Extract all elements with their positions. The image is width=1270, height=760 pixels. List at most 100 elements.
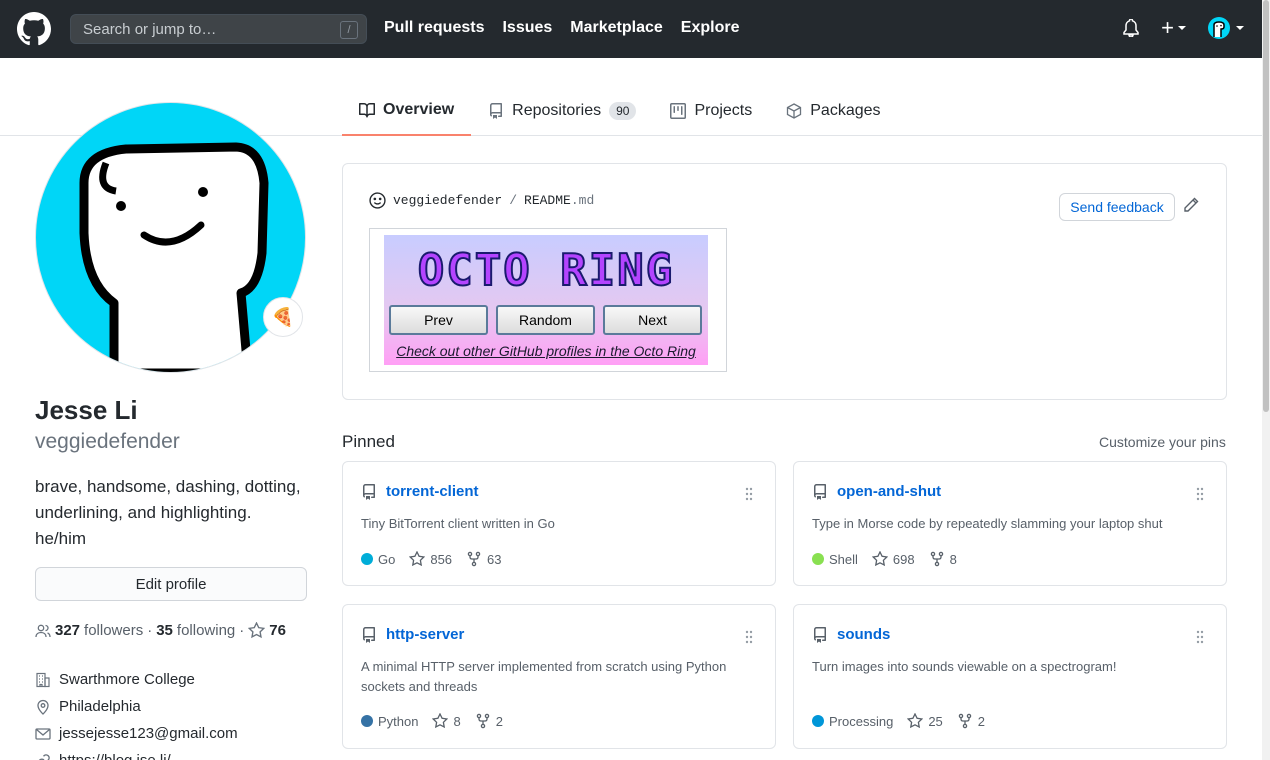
random-button[interactable]: Random [496, 305, 595, 335]
profile-avatar[interactable] [35, 102, 306, 373]
profile-details: Swarthmore College Philadelphia jessejes… [35, 666, 238, 760]
repo-icon [490, 103, 503, 119]
tab-projects[interactable]: Projects [653, 86, 769, 136]
fork-icon [467, 551, 481, 567]
followers-count[interactable]: 327 [55, 622, 80, 639]
page-scrollbar[interactable] [1262, 0, 1270, 760]
tab-packages[interactable]: Packages [769, 86, 897, 136]
repo-title: torrent-client [361, 483, 479, 500]
nav-marketplace[interactable]: Marketplace [570, 19, 663, 37]
repo-title: open-and-shut [812, 483, 941, 500]
language-name: Go [378, 551, 396, 567]
repo-forks[interactable]: 8 [929, 551, 957, 567]
readme-ext: .md [570, 193, 595, 208]
repo-language: Go [361, 552, 395, 567]
drag-handle-icon[interactable] [745, 487, 753, 501]
repo-language: Shell [812, 552, 858, 567]
fork-count: 63 [487, 551, 502, 567]
header-nav: Pull requests Issues Marketplace Explore [384, 19, 739, 37]
repo-link[interactable]: http-server [386, 626, 464, 643]
drag-handle-icon[interactable] [1196, 630, 1204, 644]
following-count[interactable]: 35 [156, 622, 173, 639]
tab-repositories[interactable]: Repositories 90 [471, 86, 653, 136]
repo-description: Type in Morse code by repeatedly slammin… [812, 516, 1163, 531]
caret-down-icon [1178, 26, 1186, 30]
fork-icon [930, 551, 943, 567]
top-header: Search or jump to… / Pull requests Issue… [0, 0, 1262, 58]
customize-pins-link[interactable]: Customize your pins [1099, 434, 1226, 450]
detail-website[interactable]: https://blog.jse.li/ [35, 747, 238, 760]
nav-issues[interactable]: Issues [502, 19, 552, 37]
location-icon [37, 699, 49, 715]
following-label[interactable]: following [177, 622, 235, 639]
octo-ring-banner: OCTO RING Prev Random Next Check out oth… [369, 228, 727, 372]
github-logo-icon[interactable] [17, 12, 51, 46]
star-icon [907, 713, 924, 729]
readme-card: veggiedefender / README.md Send feedback… [342, 163, 1227, 400]
tab-overview[interactable]: Overview [342, 86, 472, 136]
mail-icon [35, 727, 51, 740]
repo-forks[interactable]: 2 [475, 713, 503, 729]
readme-owner[interactable]: veggiedefender [393, 193, 502, 208]
separator: · [147, 622, 153, 639]
readme-file[interactable]: README [524, 193, 571, 208]
stars-count[interactable]: 76 [269, 622, 286, 639]
bell-icon[interactable] [1123, 19, 1139, 37]
project-icon [670, 103, 687, 119]
repo-language: Processing [812, 714, 893, 729]
nav-explore[interactable]: Explore [681, 19, 740, 37]
repo-description: Turn images into sounds viewable on a sp… [812, 659, 1117, 674]
octo-ring-link[interactable]: Check out other GitHub profiles in the O… [384, 343, 708, 359]
pencil-icon[interactable] [1183, 197, 1199, 213]
repo-stars[interactable]: 8 [432, 713, 461, 729]
email-link[interactable]: jessejesse123@gmail.com [59, 725, 238, 742]
pinned-repo-card: torrent-client Tiny BitTorrent client wr… [342, 461, 776, 586]
avatar-small [1208, 17, 1230, 39]
scrollbar-thumb[interactable] [1263, 0, 1269, 412]
detail-location: Philadelphia [35, 693, 238, 720]
separator: · [239, 622, 245, 639]
pinned-repo-card: sounds Turn images into sounds viewable … [793, 604, 1227, 749]
organization-text: Swarthmore College [59, 671, 195, 688]
repo-forks[interactable]: 2 [957, 713, 985, 729]
repo-meta: Shell 698 8 [812, 551, 957, 567]
search-placeholder: Search or jump to… [83, 20, 217, 38]
search-input[interactable]: Search or jump to… / [70, 14, 367, 44]
tab-label: Packages [810, 102, 881, 119]
repo-stars[interactable]: 698 [871, 551, 915, 567]
star-count: 25 [928, 713, 943, 729]
fork-icon [476, 713, 489, 729]
prev-button[interactable]: Prev [389, 305, 488, 335]
smiley-icon [369, 192, 386, 209]
star-icon [248, 622, 266, 639]
next-button[interactable]: Next [603, 305, 702, 335]
people-icon [35, 624, 51, 637]
star-count: 856 [430, 551, 453, 567]
drag-handle-icon[interactable] [745, 630, 753, 644]
repo-icon [814, 483, 826, 500]
create-new-dropdown[interactable]: + [1161, 17, 1186, 39]
caret-down-icon [1236, 26, 1244, 30]
nav-pull-requests[interactable]: Pull requests [384, 19, 484, 37]
edit-profile-button[interactable]: Edit profile [35, 567, 307, 601]
repo-stars[interactable]: 856 [409, 551, 452, 567]
repo-link[interactable]: open-and-shut [837, 483, 941, 500]
octo-ring-buttons: Prev Random Next [389, 305, 702, 335]
detail-email[interactable]: jessejesse123@gmail.com [35, 720, 238, 747]
repo-link[interactable]: sounds [837, 626, 890, 643]
user-menu[interactable] [1208, 17, 1244, 39]
send-feedback-button[interactable]: Send feedback [1059, 193, 1175, 221]
repo-count-badge: 90 [609, 102, 637, 120]
language-name: Processing [829, 713, 894, 729]
followers-label[interactable]: followers [84, 622, 143, 639]
repo-description: Tiny BitTorrent client written in Go [361, 516, 555, 531]
repo-link[interactable]: torrent-client [386, 483, 479, 500]
website-link[interactable]: https://blog.jse.li/ [59, 752, 171, 760]
profile-tabs: Overview Repositories 90 Projects Packag… [342, 86, 898, 136]
package-icon [787, 103, 802, 119]
status-emoji-button[interactable]: 🍕 [263, 297, 303, 337]
repo-stars[interactable]: 25 [907, 713, 943, 729]
drag-handle-icon[interactable] [1196, 487, 1204, 501]
repo-forks[interactable]: 63 [466, 551, 502, 567]
pinned-heading: Pinned [342, 432, 395, 451]
